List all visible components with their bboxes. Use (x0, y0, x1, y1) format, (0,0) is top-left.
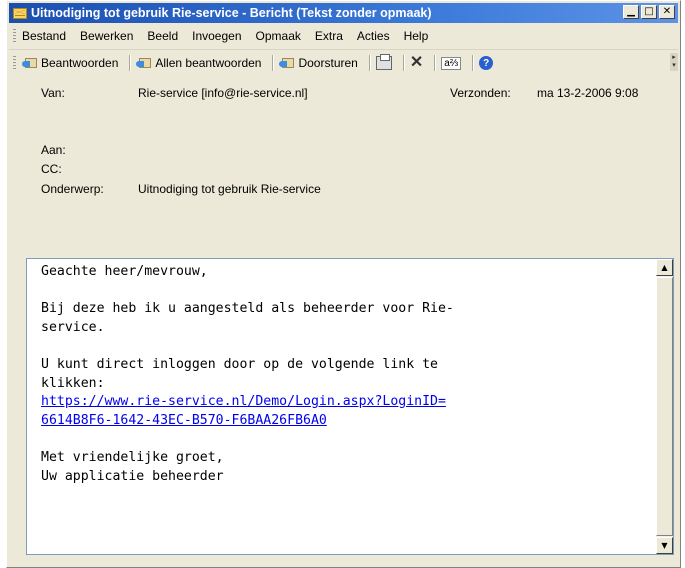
to-label: Aan: (41, 143, 66, 157)
menu-bestand[interactable]: Bestand (22, 29, 66, 43)
message-window: Uitnodiging tot gebruik Rie-service - Be… (6, 0, 681, 568)
reply-icon (22, 56, 38, 70)
title-bar[interactable]: Uitnodiging tot gebruik Rie-service - Be… (9, 3, 678, 23)
scroll-down-button[interactable]: ▼ (656, 537, 673, 554)
menu-bar: Bestand Bewerken Beeld Invoegen Opmaak E… (9, 26, 678, 46)
menu-help[interactable]: Help (404, 29, 429, 43)
toolbar: Beantwoorden Allen beantwoorden Doorstur… (9, 49, 678, 76)
toolbar-separator (368, 55, 371, 71)
cc-label: CC: (41, 162, 62, 176)
reply-all-icon (136, 56, 152, 70)
window-controls: ▁ □ ✕ (623, 5, 675, 19)
help-button[interactable]: ? (479, 56, 494, 70)
from-label: Van: (41, 86, 65, 100)
body-closing: Met vriendelijke groet, (41, 449, 224, 465)
body-line: service. (41, 319, 105, 335)
print-button[interactable] (375, 54, 392, 70)
reply-button[interactable]: Beantwoorden (22, 56, 118, 70)
reply-all-button[interactable]: Allen beantwoorden (136, 56, 261, 70)
vertical-scrollbar[interactable]: ▲ ▼ (656, 259, 673, 554)
reply-all-label: Allen beantwoorden (155, 56, 262, 70)
body-greeting: Geachte heer/mevrouw, (41, 264, 208, 279)
sent-value: ma 13-2-2006 9:08 (537, 86, 639, 100)
message-body[interactable]: Geachte heer/mevrouw, Bij deze heb ik u … (26, 258, 674, 555)
body-line: U kunt direct inloggen door op de volgen… (41, 356, 438, 372)
login-link-line1[interactable]: https://www.rie-service.nl/Demo/Login.as… (41, 394, 446, 409)
window-title: Uitnodiging tot gebruik Rie-service - Be… (31, 6, 432, 20)
subject-value: Uitnodiging tot gebruik Rie-service (138, 182, 321, 196)
maximize-button[interactable]: □ (641, 5, 657, 19)
envelope-icon (13, 7, 27, 19)
toolbar-overflow-chevron[interactable]: ▸ ▾ (670, 53, 678, 71)
toolbar-separator (472, 55, 475, 71)
sent-label: Verzonden: (450, 86, 511, 100)
toolbar-grip[interactable] (13, 56, 16, 70)
body-line: Bij deze heb ik u aangesteld als beheerd… (41, 301, 454, 317)
menu-opmaak[interactable]: Opmaak (256, 29, 301, 43)
body-closing: Uw applicatie beheerder (41, 468, 224, 484)
help-icon: ? (479, 56, 494, 70)
body-line: klikken: (41, 375, 105, 391)
forward-button[interactable]: Doorsturen (279, 56, 358, 70)
close-button[interactable]: ✕ (659, 5, 675, 19)
toolbar-separator (129, 55, 132, 71)
menu-acties[interactable]: Acties (357, 29, 390, 43)
login-link-line2[interactable]: 6614B8F6-1642-43EC-B570-F6BAA26FB6A0 (41, 413, 327, 428)
forward-icon (279, 56, 295, 70)
menu-extra[interactable]: Extra (315, 29, 343, 43)
translate-icon: a⅔ (441, 56, 462, 70)
minimize-button[interactable]: ▁ (623, 5, 639, 19)
printer-icon (375, 54, 392, 70)
delete-button[interactable]: ✕ (410, 55, 423, 71)
menu-bewerken[interactable]: Bewerken (80, 29, 133, 43)
toolbar-separator (272, 55, 275, 71)
encoding-button[interactable]: a⅔ (441, 56, 462, 70)
menubar-grip[interactable] (13, 29, 16, 43)
menu-beeld[interactable]: Beeld (147, 29, 178, 43)
from-value: Rie-service [info@rie-service.nl] (138, 86, 308, 100)
scroll-up-button[interactable]: ▲ (656, 259, 673, 276)
delete-x-icon: ✕ (409, 54, 424, 71)
scroll-thumb[interactable] (656, 277, 673, 536)
forward-label: Doorsturen (298, 56, 358, 70)
message-header: Van: Rie-service [info@rie-service.nl] V… (7, 77, 680, 257)
toolbar-separator (434, 55, 437, 71)
menu-invoegen[interactable]: Invoegen (192, 29, 241, 43)
reply-label: Beantwoorden (41, 56, 119, 70)
subject-label: Onderwerp: (41, 182, 104, 196)
message-body-text[interactable]: Geachte heer/mevrouw, Bij deze heb ik u … (41, 263, 649, 486)
toolbar-separator (402, 55, 405, 71)
